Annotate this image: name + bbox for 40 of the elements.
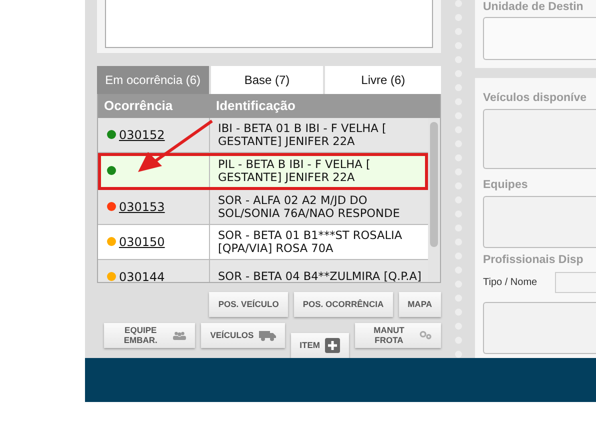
table-cell-text: PIL - BETA B IBI - F VELHA [ GESTANTE] JENIFER 22A [218,158,372,184]
action-button[interactable]: POS. VEÍCULO [209,292,288,317]
occurrence-link[interactable]: 030153 [119,200,165,214]
vehicles-list[interactable] [483,109,596,169]
occurrence-link[interactable]: 030152 [119,128,165,142]
table-cell-text: IBI - BETA 01 B IBI - F VELHA [ GESTANTE] JENIFER 22A [218,122,388,148]
scrollbar[interactable] [428,118,440,282]
table-row[interactable]: 030152 IBI - BETA 01 B IBI - F VELHA [ GESTANTE] JENIFER 22A [98,118,428,153]
action-button[interactable]: MANUT FROTA [354,322,441,348]
field-label: Tipo / Nome [483,277,538,288]
text-area[interactable] [105,0,433,48]
professionals-list[interactable] [483,302,596,354]
column-header: Identificação [215,98,296,114]
action-button[interactable]: MAPA [398,292,441,317]
tab[interactable]: Base (7) [210,66,324,94]
field-label: Unidade de Destin [483,0,584,15]
tab[interactable]: Livre (6) [325,66,441,94]
plus-icon [324,338,340,353]
table-cell-text: SOR - BETA 01 B1***ST ROSALIA [QPA/VIA] ROSA 70A [218,228,404,255]
field-label: Equipes [483,178,529,193]
input-field[interactable] [555,272,596,293]
field-label: Veículos disponíve [483,91,588,106]
destination-field[interactable] [483,17,596,60]
people-icon [173,330,186,341]
field-label: Profissionais Disp [483,253,584,268]
occurrence-link[interactable]: 030144 [119,270,165,282]
table-cell-text: SOR - ALFA 02 A2 M/JD DO SOL/SONIA 76A/NAO RESPONDE [218,194,401,220]
action-button[interactable]: VEÍCULOS [201,322,285,348]
action-button[interactable]: POS. OCORRÊNCIA [294,292,393,317]
table-row[interactable]: PIL - BETA B IBI - F VELHA [ GESTANTE] JENIFER 22A [98,152,428,190]
table-row[interactable]: 030153 SOR - ALFA 02 A2 M/JD DO SOL/SONIA 76A/NAO RESPONDE [98,190,428,225]
table-cell: SOR - BETA 04 B4**ZULMIRA [Q.P.A] [218,270,422,282]
action-button[interactable]: ITEM [290,332,349,358]
gears-icon [419,329,432,342]
occurrence-link[interactable]: 030150 [119,234,165,249]
table-row[interactable]: 030150 SOR - BETA 01 B1***ST ROSALIA [QPA/VIA] ROSA 70A [98,224,428,260]
table-row[interactable]: 030144 SOR - BETA 04 B4**ZULMIRA [Q.P.A] [98,260,428,282]
teams-list[interactable] [483,196,596,248]
column-header: Ocorrência [103,98,174,114]
action-button[interactable]: EQUIPE EMBAR. [104,322,196,348]
